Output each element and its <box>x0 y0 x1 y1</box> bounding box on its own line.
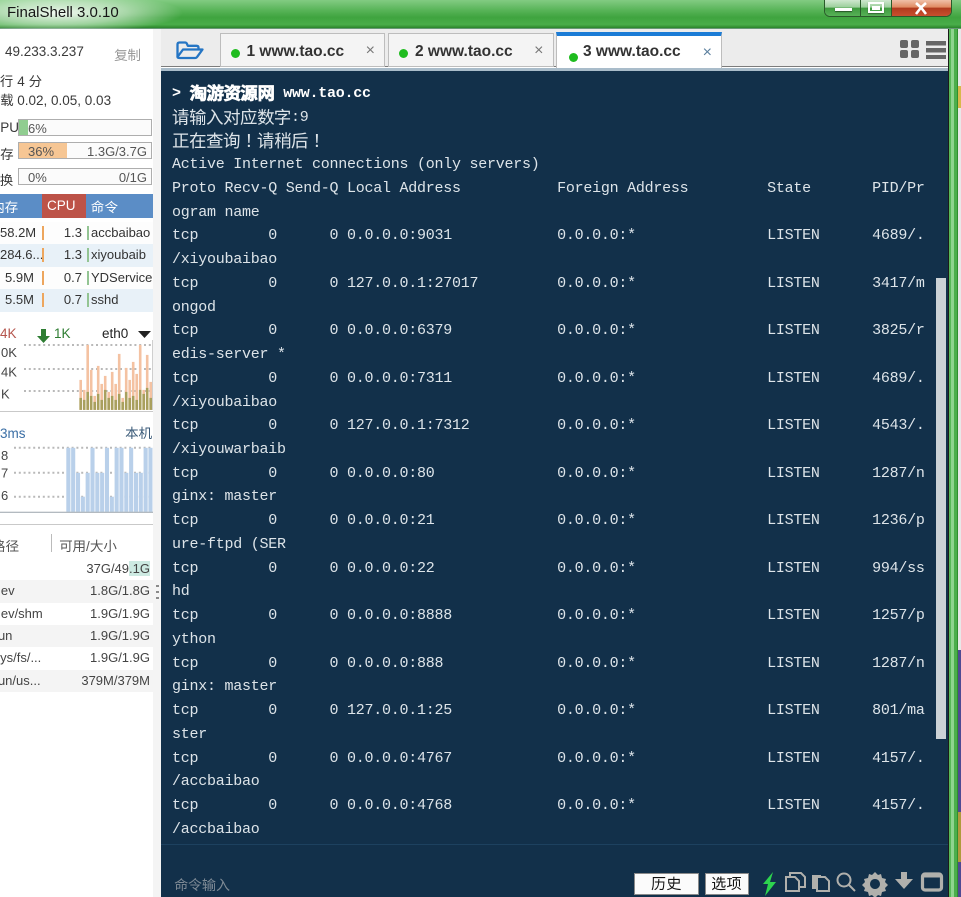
svg-text:4K: 4K <box>1 365 17 380</box>
svg-text:6: 6 <box>1 488 8 503</box>
svg-text:8: 8 <box>1 448 8 463</box>
svg-text:3ms: 3ms <box>0 426 26 441</box>
svg-text:本机: 本机 <box>125 422 152 442</box>
svg-text:0K: 0K <box>1 345 17 360</box>
svg-text:7: 7 <box>1 466 8 481</box>
svg-text:eth0: eth0 <box>102 326 128 341</box>
svg-text:4K: 4K <box>0 326 17 341</box>
svg-text:K: K <box>1 387 10 402</box>
svg-text:1K: 1K <box>54 326 71 341</box>
